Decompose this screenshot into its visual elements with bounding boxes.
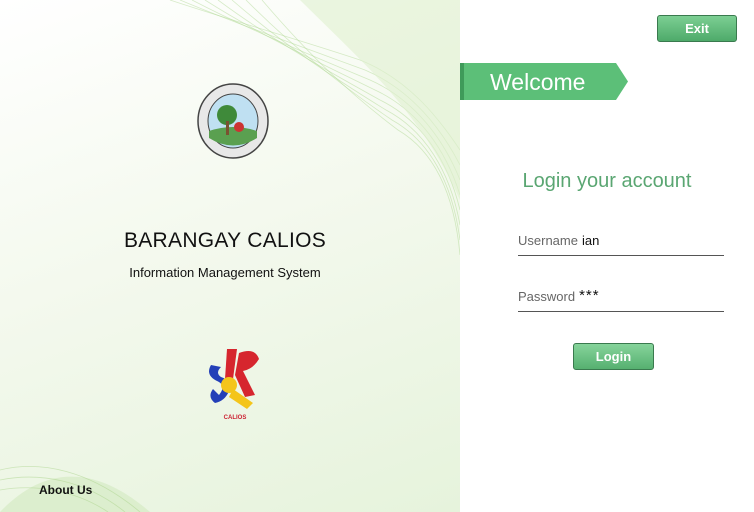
username-input[interactable]: ian xyxy=(582,233,599,255)
background-waves xyxy=(0,0,460,512)
login-panel: Exit Welcome Login your account Username… xyxy=(460,0,754,512)
login-heading: Login your account xyxy=(522,170,692,192)
password-label: Password xyxy=(518,289,576,304)
barangay-seal-logo xyxy=(197,83,269,159)
about-us-link[interactable]: About Us xyxy=(39,483,92,497)
welcome-banner: Welcome xyxy=(460,63,628,100)
password-input[interactable]: *** xyxy=(579,287,600,311)
page-title: BARANGAY CALIOS xyxy=(123,229,327,252)
branding-panel: BARANGAY CALIOS Information Management S… xyxy=(0,0,460,512)
welcome-label: Welcome xyxy=(490,69,586,95)
login-button[interactable]: Login xyxy=(573,343,654,370)
sk-calios-logo: CALIOS xyxy=(209,349,259,421)
username-label: Username xyxy=(518,233,578,248)
username-field[interactable]: Username ian xyxy=(518,230,724,256)
svg-text:CALIOS: CALIOS xyxy=(224,415,247,421)
page-subtitle: Information Management System xyxy=(129,265,321,280)
password-field[interactable]: Password *** xyxy=(518,286,724,312)
exit-button[interactable]: Exit xyxy=(657,15,737,42)
